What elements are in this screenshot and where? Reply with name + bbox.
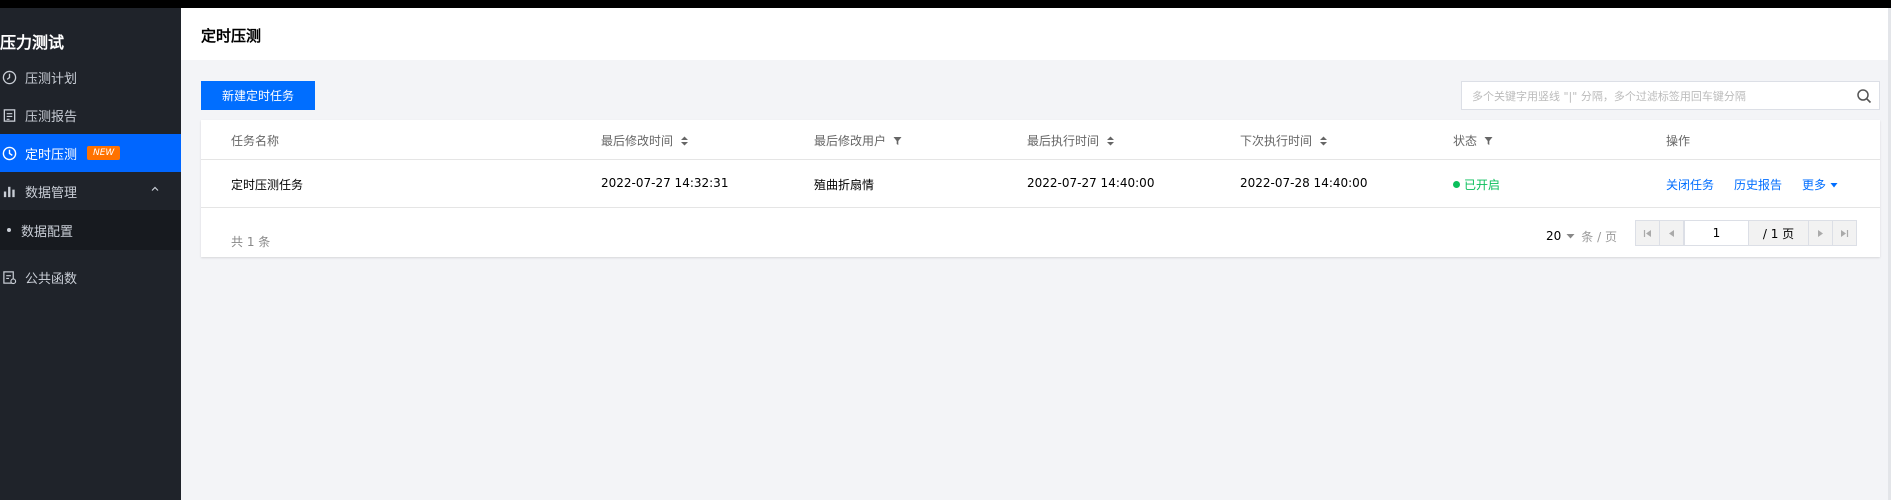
cell-last-run: 2022-07-27 14:40:00	[1027, 176, 1155, 190]
total-count: 共 1 条	[231, 235, 271, 249]
sidebar-item-label: 压测计划	[25, 71, 78, 87]
pagination: / 1 页	[1635, 220, 1857, 246]
sidebar-item-label: 压测报告	[25, 109, 78, 125]
prev-page-icon	[1669, 229, 1674, 237]
sidebar-item-plan[interactable]: 压测计划	[0, 58, 181, 96]
new-badge: NEW	[87, 146, 121, 160]
sidebar: 压力测试 压测计划 压测报告 定时压测 NEW 数据管理 数据配置 公共函数	[0, 8, 181, 500]
chevron-up-icon	[151, 186, 159, 191]
table-row: 定时压测任务 2022-07-27 14:32:31 殖曲折扇情 2022-07…	[201, 160, 1880, 208]
column-header-actions: 操作	[1666, 134, 1691, 148]
cell-next-run: 2022-07-28 14:40:00	[1240, 176, 1368, 190]
column-header-name: 任务名称	[231, 134, 280, 148]
search-box	[1461, 81, 1880, 110]
sidebar-item-data-management[interactable]: 数据管理	[0, 172, 181, 210]
timer-icon	[0, 144, 18, 162]
caret-down-icon	[1830, 182, 1838, 187]
page-number-input[interactable]	[1684, 221, 1748, 245]
caret-down-icon	[1566, 234, 1575, 239]
cell-modified-time: 2022-07-27 14:32:31	[601, 176, 729, 190]
cell-task-name: 定时压测任务	[231, 178, 304, 192]
column-header-next-run[interactable]: 下次执行时间	[1240, 132, 1328, 149]
page-size-select[interactable]: 20 条 / 页	[1546, 225, 1617, 247]
page-header: 定时压测	[181, 8, 1891, 60]
table-header: 任务名称 最后修改时间 最后修改用户 最后执行时间 下次执行时间 状态 操作	[201, 120, 1880, 160]
sidebar-item-label: 数据配置	[21, 224, 74, 240]
task-table: 任务名称 最后修改时间 最后修改用户 最后执行时间 下次执行时间 状态 操作 定…	[201, 120, 1880, 257]
search-icon[interactable]	[1856, 88, 1872, 104]
status-badge: 已开启	[1453, 176, 1500, 193]
next-page-button[interactable]	[1808, 221, 1832, 245]
cell-modified-user: 殖曲折扇情	[814, 178, 875, 192]
sort-icon[interactable]	[1319, 136, 1328, 146]
sidebar-item-label: 数据管理	[25, 185, 78, 201]
report-icon	[0, 106, 18, 124]
filter-icon[interactable]	[893, 136, 902, 146]
last-page-button[interactable]	[1832, 221, 1856, 245]
history-report-link[interactable]: 历史报告	[1734, 176, 1782, 193]
sidebar-item-label: 公共函数	[25, 271, 78, 287]
more-dropdown[interactable]: 更多	[1802, 176, 1838, 193]
first-page-icon	[1643, 229, 1651, 237]
close-task-link[interactable]: 关闭任务	[1666, 176, 1714, 193]
sidebar-item-functions[interactable]: 公共函数	[0, 258, 181, 296]
new-task-button[interactable]: 新建定时任务	[201, 81, 315, 110]
sort-icon[interactable]	[1106, 136, 1115, 146]
sidebar-item-data-config[interactable]: 数据配置	[0, 210, 181, 250]
status-dot-icon	[1453, 181, 1460, 188]
prev-page-button[interactable]	[1660, 221, 1684, 245]
first-page-button[interactable]	[1636, 221, 1660, 245]
column-header-modified-user[interactable]: 最后修改用户	[814, 132, 902, 149]
sidebar-title: 压力测试	[0, 33, 65, 52]
total-pages: / 1 页	[1748, 221, 1808, 245]
function-icon	[0, 268, 18, 286]
filter-icon[interactable]	[1484, 136, 1493, 146]
sort-icon[interactable]	[680, 136, 689, 146]
clock-icon	[0, 68, 18, 86]
next-page-icon	[1818, 229, 1823, 237]
column-header-status[interactable]: 状态	[1453, 132, 1493, 149]
sidebar-item-report[interactable]: 压测报告	[0, 96, 181, 134]
search-input[interactable]	[1472, 88, 1842, 104]
page-title: 定时压测	[201, 27, 262, 45]
top-bar	[0, 0, 1891, 8]
sidebar-item-scheduled[interactable]: 定时压测 NEW	[0, 134, 181, 172]
sidebar-item-label: 定时压测	[25, 147, 78, 163]
bar-chart-icon	[0, 182, 18, 200]
column-header-last-run[interactable]: 最后执行时间	[1027, 132, 1115, 149]
last-page-icon	[1841, 229, 1849, 237]
column-header-modified-time[interactable]: 最后修改时间	[601, 132, 689, 149]
bullet-icon	[7, 228, 11, 232]
